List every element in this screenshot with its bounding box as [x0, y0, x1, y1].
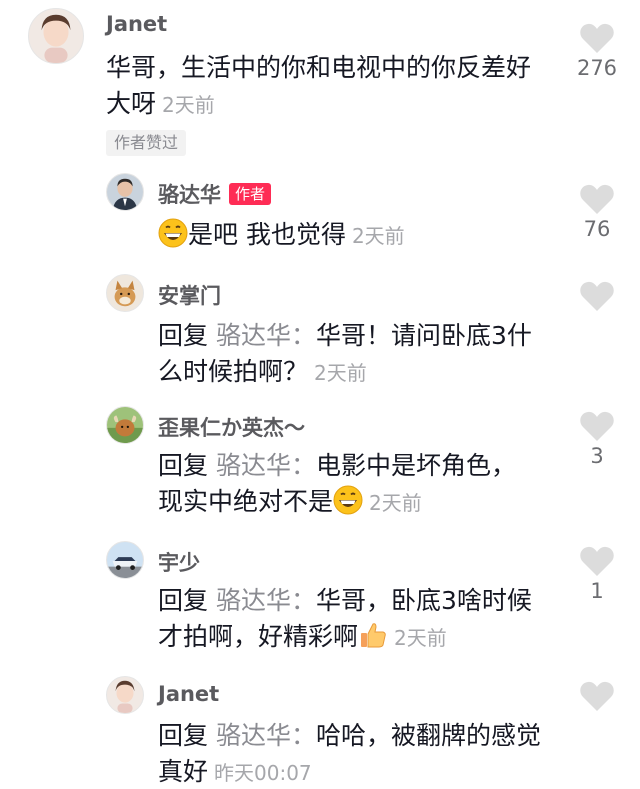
- timestamp: 2天前: [162, 93, 215, 117]
- like-button[interactable]: 1: [567, 545, 627, 603]
- comment-item[interactable]: Janet 回复 骆达华：哈哈，被翻牌的感觉真好 昨天00:07: [0, 668, 640, 789]
- heart-icon: [580, 23, 614, 53]
- reply-prefix: 回复: [158, 451, 209, 480]
- heart-icon: [580, 546, 614, 576]
- like-count: 3: [590, 444, 604, 468]
- author-tag: 作者: [229, 183, 272, 205]
- timestamp: 2天前: [369, 491, 422, 515]
- comment-item[interactable]: 骆达华 作者 是吧 我也觉得 2天前 76: [0, 165, 640, 270]
- comment-body: 华哥，卧底3啥时候才拍啊，好精彩啊: [158, 586, 532, 651]
- heart-icon: [580, 184, 614, 214]
- reply-prefix: 回复: [158, 321, 209, 350]
- reply-to-username[interactable]: 骆达华：: [216, 721, 316, 750]
- avatar[interactable]: [106, 274, 144, 312]
- reply-to-username[interactable]: 骆达华：: [216, 586, 316, 615]
- comment-text: 回复 骆达华：华哥！请问卧底3什么时候拍啊？ 2天前: [158, 318, 553, 391]
- reply-prefix: 回复: [158, 721, 209, 750]
- timestamp: 昨天00:07: [214, 761, 312, 785]
- like-button[interactable]: [567, 680, 627, 714]
- reply-prefix: 回复: [158, 586, 209, 615]
- heart-icon: [580, 681, 614, 711]
- avatar[interactable]: [106, 676, 144, 714]
- like-button[interactable]: 276: [567, 22, 627, 80]
- comment-text: 回复 骆达华：电影中是坏角色，现实中绝对不是 2天前: [158, 448, 538, 521]
- username-label: 骆达华: [158, 183, 221, 207]
- thumbs-up-emoji: [358, 620, 388, 650]
- timestamp: 2天前: [314, 361, 367, 385]
- comment-item[interactable]: Janet 华哥，生活中的你和电视中的你反差好大呀 2天前 作者赞过 276: [0, 0, 640, 165]
- grinning-face-emoji: [333, 485, 363, 515]
- timestamp: 2天前: [394, 626, 447, 650]
- username-label: 歪果仁か英杰～: [158, 416, 305, 440]
- grinning-face-emoji: [158, 218, 188, 248]
- username-label: Janet: [158, 682, 220, 706]
- username[interactable]: Janet: [106, 12, 167, 36]
- avatar[interactable]: [28, 8, 84, 64]
- like-button[interactable]: 3: [567, 410, 627, 468]
- username[interactable]: 骆达华 作者: [158, 179, 272, 209]
- username-label: 安掌门: [158, 284, 221, 308]
- comment-body: 是吧 我也觉得: [188, 220, 346, 249]
- heart-icon: [580, 281, 614, 311]
- comment-item[interactable]: 歪果仁か英杰～ 回复 骆达华：电影中是坏角色，现实中绝对不是 2天前 3: [0, 400, 640, 535]
- like-count: 1: [590, 579, 604, 603]
- like-count: 276: [576, 56, 618, 80]
- comment-text: 回复 骆达华：哈哈，被翻牌的感觉真好 昨天00:07: [158, 718, 543, 789]
- avatar[interactable]: [106, 541, 144, 579]
- comment-text: 回复 骆达华：华哥，卧底3啥时候才拍啊，好精彩啊 2天前: [158, 583, 553, 656]
- like-count: 76: [583, 217, 611, 241]
- reply-to-username[interactable]: 骆达华：: [216, 451, 316, 480]
- username[interactable]: 歪果仁か英杰～: [158, 412, 305, 442]
- like-button[interactable]: 76: [567, 183, 627, 241]
- reply-to-username[interactable]: 骆达华：: [216, 321, 316, 350]
- username[interactable]: 安掌门: [158, 280, 221, 310]
- timestamp: 2天前: [351, 224, 405, 248]
- username[interactable]: 宇少: [158, 547, 200, 577]
- author-liked-badge: 作者赞过: [106, 130, 187, 156]
- comment-text: 是吧 我也觉得 2天前: [158, 217, 553, 254]
- heart-icon: [580, 411, 614, 441]
- username-label: 宇少: [158, 551, 200, 575]
- avatar[interactable]: [106, 406, 144, 444]
- comment-item[interactable]: 安掌门 回复 骆达华：华哥！请问卧底3什么时候拍啊？ 2天前: [0, 270, 640, 400]
- avatar[interactable]: [106, 173, 144, 211]
- username-label: Janet: [106, 12, 168, 36]
- username[interactable]: Janet: [158, 682, 219, 706]
- comment-text: 华哥，生活中的你和电视中的你反差好大呀 2天前: [106, 50, 536, 123]
- like-button[interactable]: [567, 280, 627, 314]
- comment-item[interactable]: 宇少 回复 骆达华：华哥，卧底3啥时候才拍啊，好精彩啊 2天前 1: [0, 535, 640, 668]
